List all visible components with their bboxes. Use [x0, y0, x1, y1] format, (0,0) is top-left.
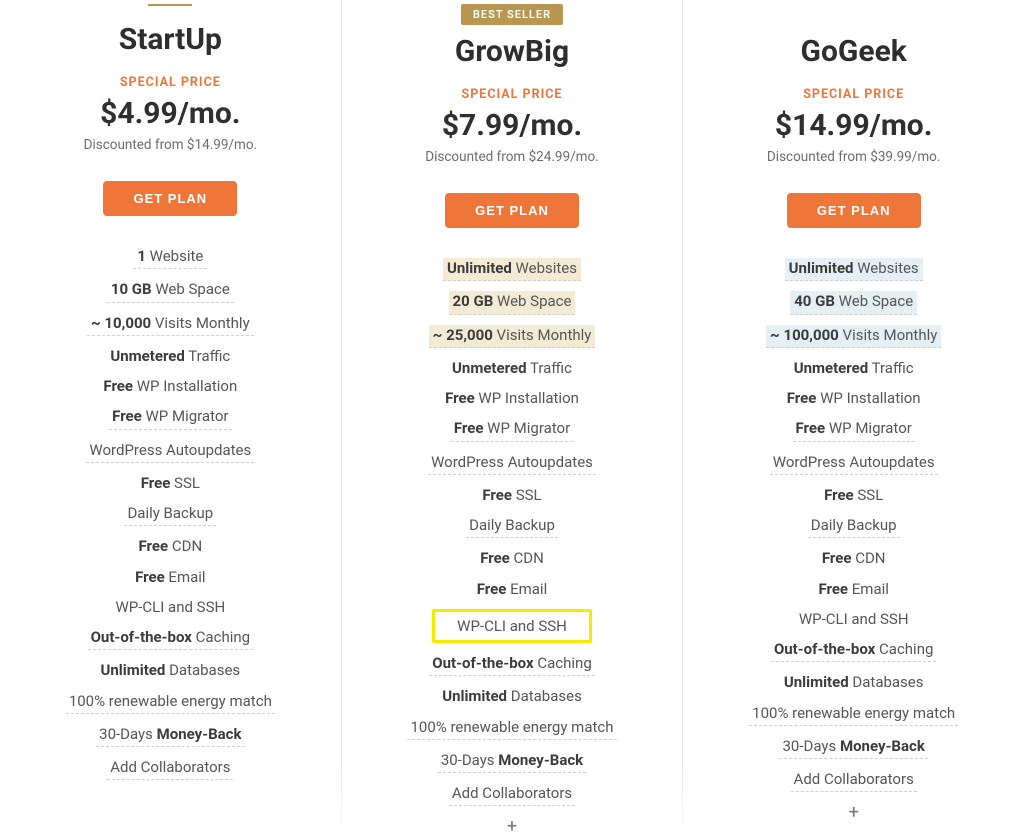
feature-daily-backup: Daily Backup — [683, 515, 1024, 538]
feature-cdn: Free CDN — [683, 548, 1024, 568]
feature-databases: Unlimited Databases — [0, 660, 341, 680]
feature-caching: Out-of-the-box Caching — [683, 639, 1024, 662]
feature-websites: 1 Website — [0, 246, 341, 269]
feature-wpcli: WP-CLI and SSH — [683, 609, 1024, 629]
feature-wp-migrator: Free WP Migrator — [342, 418, 683, 441]
best-seller-badge: BEST SELLER — [461, 4, 563, 25]
feature-wp-install: Free WP Installation — [683, 388, 1024, 408]
feature-renewable: 100% renewable energy match — [0, 691, 341, 714]
feature-email: Free Email — [342, 579, 683, 599]
feature-ssl: Free SSL — [0, 473, 341, 493]
plan-discount: Discounted from $39.99/mo. — [683, 149, 1024, 165]
feature-caching: Out-of-the-box Caching — [0, 627, 341, 650]
plan-title: GoGeek — [683, 34, 1024, 69]
feature-visits: ~ 10,000 Visits Monthly — [0, 313, 341, 336]
plan-growbig: BEST SELLER GrowBig SPECIAL PRICE $7.99/… — [342, 0, 683, 837]
plan-price: $4.99/mo. — [0, 96, 341, 131]
plan-discount: Discounted from $24.99/mo. — [342, 149, 683, 165]
feature-wpcli: WP-CLI and SSH — [342, 609, 683, 643]
plan-startup: StartUp SPECIAL PRICE $4.99/mo. Discount… — [0, 0, 341, 837]
feature-traffic: Unmetered Traffic — [683, 358, 1024, 378]
feature-visits: ~ 25,000 Visits Monthly — [342, 325, 683, 348]
feature-wp-install: Free WP Installation — [0, 376, 341, 396]
feature-caching: Out-of-the-box Caching — [342, 653, 683, 676]
feature-collaborators: Add Collaborators — [342, 783, 683, 806]
feature-collaborators: Add Collaborators — [0, 757, 341, 780]
feature-databases: Unlimited Databases — [683, 672, 1024, 692]
get-plan-button[interactable]: GET PLAN — [103, 181, 237, 216]
feature-wp-migrator: Free WP Migrator — [683, 418, 1024, 441]
pricing-table: StartUp SPECIAL PRICE $4.99/mo. Discount… — [0, 0, 1024, 837]
feature-ssl: Free SSL — [342, 485, 683, 505]
feature-moneyback: 30-Days Money-Back — [0, 724, 341, 747]
feature-daily-backup: Daily Backup — [0, 503, 341, 526]
feature-databases: Unlimited Databases — [342, 686, 683, 706]
feature-collaborators: Add Collaborators — [683, 769, 1024, 792]
special-price-label: SPECIAL PRICE — [0, 75, 341, 90]
feature-moneyback: 30-Days Money-Back — [342, 750, 683, 773]
feature-websites: Unlimited Websites — [342, 258, 683, 281]
feature-webspace: 20 GB Web Space — [342, 291, 683, 314]
accent-rule — [148, 4, 192, 6]
feature-wp-migrator: Free WP Migrator — [0, 406, 341, 429]
feature-email: Free Email — [0, 567, 341, 587]
plan-title: StartUp — [0, 22, 341, 57]
feature-renewable: 100% renewable energy match — [683, 703, 1024, 726]
feature-webspace: 40 GB Web Space — [683, 291, 1024, 314]
feature-list: 1 Website 10 GB Web Space ~ 10,000 Visit… — [0, 246, 341, 780]
feature-autoupdates: WordPress Autoupdates — [0, 440, 341, 463]
expand-icon[interactable]: + — [683, 802, 1024, 823]
feature-websites: Unlimited Websites — [683, 258, 1024, 281]
feature-traffic: Unmetered Traffic — [0, 346, 341, 366]
special-price-label: SPECIAL PRICE — [683, 87, 1024, 102]
plan-gogeek: GoGeek SPECIAL PRICE $14.99/mo. Discount… — [683, 0, 1024, 837]
feature-wp-install: Free WP Installation — [342, 388, 683, 408]
expand-icon[interactable]: + — [342, 816, 683, 837]
feature-email: Free Email — [683, 579, 1024, 599]
feature-cdn: Free CDN — [0, 536, 341, 556]
feature-cdn: Free CDN — [342, 548, 683, 568]
special-price-label: SPECIAL PRICE — [342, 87, 683, 102]
plan-title: GrowBig — [342, 34, 683, 69]
feature-moneyback: 30-Days Money-Back — [683, 736, 1024, 759]
feature-traffic: Unmetered Traffic — [342, 358, 683, 378]
get-plan-button[interactable]: GET PLAN — [787, 193, 921, 228]
get-plan-button[interactable]: GET PLAN — [445, 193, 579, 228]
feature-renewable: 100% renewable energy match — [342, 717, 683, 740]
feature-visits: ~ 100,000 Visits Monthly — [683, 325, 1024, 348]
feature-wpcli: WP-CLI and SSH — [0, 597, 341, 617]
feature-list: Unlimited Websites 20 GB Web Space ~ 25,… — [342, 258, 683, 806]
plan-price: $7.99/mo. — [342, 108, 683, 143]
feature-autoupdates: WordPress Autoupdates — [342, 452, 683, 475]
plan-price: $14.99/mo. — [683, 108, 1024, 143]
feature-autoupdates: WordPress Autoupdates — [683, 452, 1024, 475]
feature-ssl: Free SSL — [683, 485, 1024, 505]
feature-webspace: 10 GB Web Space — [0, 279, 341, 302]
feature-daily-backup: Daily Backup — [342, 515, 683, 538]
plan-discount: Discounted from $14.99/mo. — [0, 137, 341, 153]
feature-list: Unlimited Websites 40 GB Web Space ~ 100… — [683, 258, 1024, 792]
